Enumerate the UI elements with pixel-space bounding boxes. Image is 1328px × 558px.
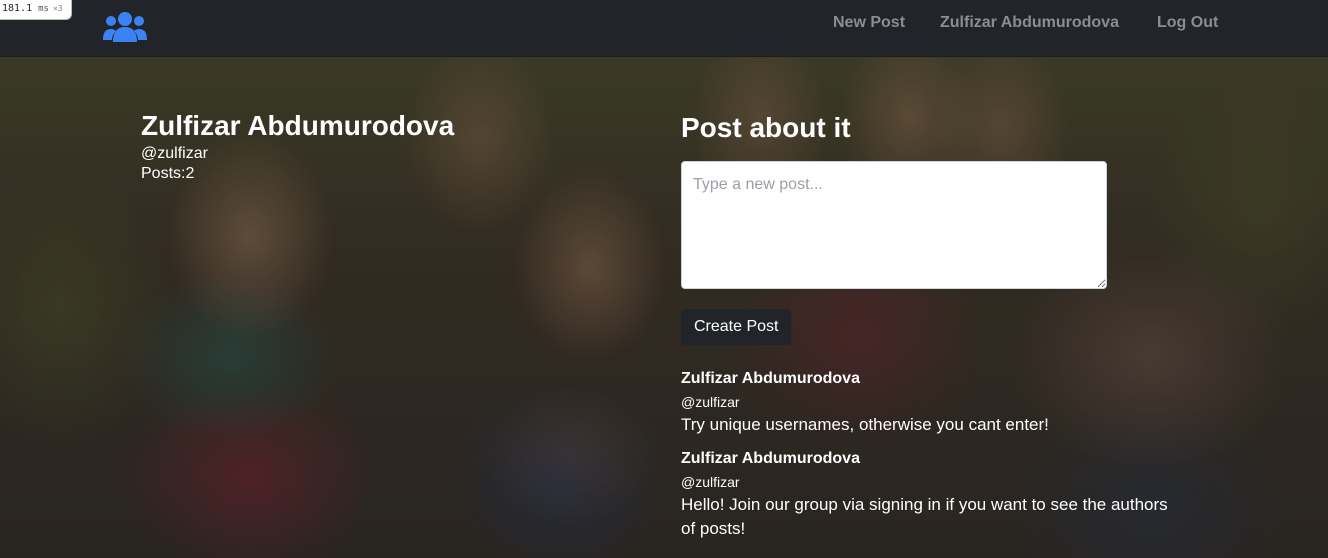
profile-handle: @zulfizar <box>141 145 208 162</box>
perf-value: 181.1 <box>2 3 33 14</box>
post-body: Try unique usernames, otherwise you cant… <box>681 415 1049 434</box>
post-body: Hello! Join our group via signing in if … <box>681 495 1168 538</box>
nav-logout-link[interactable]: Log Out <box>1157 14 1218 32</box>
profile-summary: Zulfizar Abdumurodova @zulfizar Posts:2 <box>141 110 454 184</box>
perf-multiplier: ×3 <box>52 4 63 13</box>
users-icon <box>103 12 147 42</box>
perf-badge: 181.1 ms ×3 <box>0 0 72 20</box>
nav-profile-link[interactable]: Zulfizar Abdumurodova <box>940 14 1119 32</box>
post-author: Zulfizar Abdumurodova <box>681 450 860 467</box>
perf-unit: ms <box>38 4 49 14</box>
posts-list: Zulfizar Abdumurodova @zulfizar Try uniq… <box>681 369 1181 553</box>
profile-posts-count: Posts:2 <box>141 165 195 182</box>
new-post-textarea[interactable] <box>681 161 1107 289</box>
composer-heading: Post about it <box>681 112 851 143</box>
create-post-button[interactable]: Create Post <box>681 309 792 345</box>
post-composer: Post about it Create Post <box>681 112 1107 345</box>
post-handle: @zulfizar <box>681 474 740 490</box>
post-handle: @zulfizar <box>681 394 740 410</box>
profile-name: Zulfizar Abdumurodova <box>141 110 455 141</box>
post-item: Zulfizar Abdumurodova @zulfizar Try uniq… <box>681 369 1181 437</box>
post-item: Zulfizar Abdumurodova @zulfizar Hello! J… <box>681 449 1181 541</box>
brand-logo-link[interactable] <box>103 10 147 44</box>
top-navbar: New Post Zulfizar Abdumurodova Log Out <box>0 0 1328 57</box>
post-author: Zulfizar Abdumurodova <box>681 370 860 387</box>
hero-section: Zulfizar Abdumurodova @zulfizar Posts:2 … <box>0 57 1328 558</box>
nav-new-post-link[interactable]: New Post <box>833 14 905 32</box>
